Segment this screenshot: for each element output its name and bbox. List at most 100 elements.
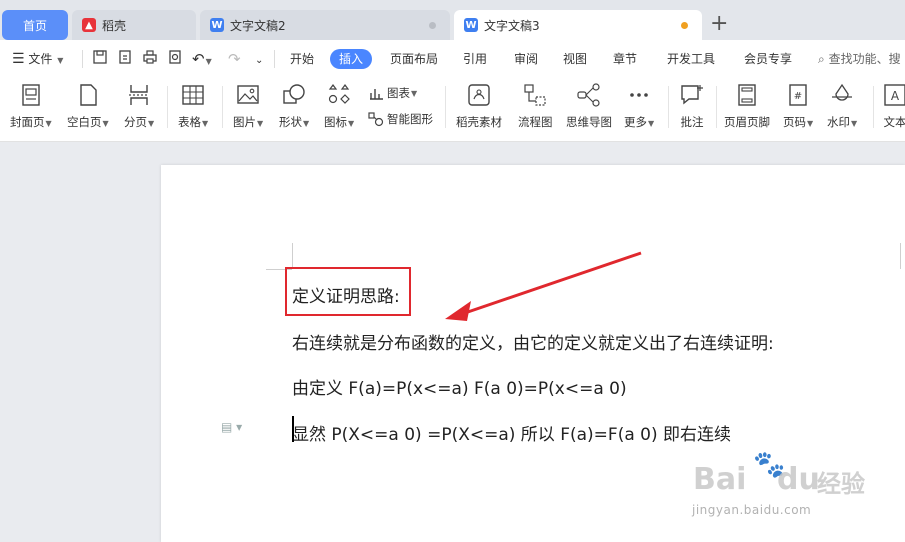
tab-daoke-label: 稻壳 xyxy=(102,18,127,33)
print-preview-button[interactable] xyxy=(167,49,183,69)
undo-button[interactable]: ↶▼ xyxy=(192,49,212,69)
print-icon xyxy=(143,50,157,64)
tab-chapter[interactable]: 章节 xyxy=(613,49,637,69)
smart-art-label: 智能图形 xyxy=(387,112,433,126)
shape-icon xyxy=(283,84,305,104)
table-icon xyxy=(182,85,204,105)
tab-member[interactable]: 会员专享 xyxy=(744,49,792,69)
more-button[interactable]: 更多▼ xyxy=(624,82,654,130)
textbox-label: 文本 xyxy=(883,115,905,129)
search-placeholder: 查找功能、搜 xyxy=(828,52,901,66)
header-footer-label: 页眉页脚 xyxy=(724,115,770,129)
blank-page-button[interactable]: 空白页▼ xyxy=(67,82,109,130)
redo-icon: ↷ xyxy=(228,50,241,68)
writer-doc-icon: W xyxy=(464,18,478,32)
doc-paragraph[interactable]: 显然 P(X<=a 0) =P(X<=a) 所以 F(a)=F(a 0) 即右连… xyxy=(292,420,731,445)
svg-text:#: # xyxy=(794,91,802,102)
comment-icon xyxy=(681,85,703,105)
tab-close-dot[interactable] xyxy=(429,22,436,29)
more-dots-icon xyxy=(630,93,648,97)
smart-art-button[interactable]: 智能图形 xyxy=(368,111,433,127)
cover-page-icon xyxy=(22,84,40,106)
tab-page-layout[interactable]: 页面布局 xyxy=(390,49,438,69)
cover-page-label: 封面页 xyxy=(10,115,45,129)
mindmap-button[interactable]: 思维导图 xyxy=(566,82,612,130)
save-icon xyxy=(93,50,107,64)
tab-insert[interactable]: 插入 xyxy=(330,49,373,69)
shape-button[interactable]: 形状▼ xyxy=(279,82,309,130)
picture-icon xyxy=(237,85,259,104)
file-menu-label: 文件 xyxy=(28,52,53,66)
header-footer-button[interactable]: 页眉页脚 xyxy=(724,82,770,130)
tab-daoke[interactable]: ▲ 稻壳 xyxy=(72,10,196,40)
table-label: 表格 xyxy=(178,115,201,129)
tab-view[interactable]: 视图 xyxy=(563,49,587,69)
hamburger-icon: ☰ xyxy=(12,51,25,67)
blank-page-icon xyxy=(80,84,97,106)
unsaved-dot[interactable] xyxy=(681,22,688,29)
new-tab-button[interactable]: + xyxy=(710,12,728,36)
undo-icon: ↶ xyxy=(192,50,205,68)
page-break-icon xyxy=(129,85,150,105)
search-box[interactable]: ⌕ 查找功能、搜 xyxy=(818,49,901,69)
annotation-highlight-box xyxy=(285,267,411,316)
table-button[interactable]: 表格▼ xyxy=(178,82,208,130)
icon-library-icon xyxy=(328,84,350,104)
picture-label: 图片 xyxy=(233,115,256,129)
chart-label: 图表 xyxy=(387,86,410,100)
picture-button[interactable]: 图片▼ xyxy=(233,82,263,130)
icon-button[interactable]: 图标▼ xyxy=(324,82,354,130)
page-number-button[interactable]: # 页码▼ xyxy=(783,82,813,130)
save-button[interactable] xyxy=(92,49,108,69)
file-menu[interactable]: ☰ 文件 ▼ xyxy=(12,49,63,69)
material-icon xyxy=(468,84,490,106)
flowchart-label: 流程图 xyxy=(518,115,553,129)
comment-button[interactable]: 批注 xyxy=(679,82,705,130)
tab-doc3-label: 文字文稿3 xyxy=(484,18,540,33)
bar-chart-icon xyxy=(370,89,383,100)
export-pdf-button[interactable] xyxy=(117,49,133,69)
daoke-material-button[interactable]: 稻壳素材 xyxy=(456,82,502,130)
tab-developer[interactable]: 开发工具 xyxy=(667,49,715,69)
preview-icon xyxy=(169,50,181,64)
daoke-material-label: 稻壳素材 xyxy=(456,115,502,129)
smart-art-icon xyxy=(368,112,384,127)
tab-doc3[interactable]: W 文字文稿3 xyxy=(454,10,702,40)
tab-doc2[interactable]: W 文字文稿2 xyxy=(200,10,450,40)
chart-button[interactable]: 图表 ▼ xyxy=(368,85,417,101)
print-button[interactable] xyxy=(142,49,158,69)
watermark-icon xyxy=(832,83,853,101)
flowchart-button[interactable]: 流程图 xyxy=(518,82,553,130)
watermark-label: 水印 xyxy=(827,115,850,129)
chevron-down-icon: ⌄ xyxy=(255,55,264,66)
mindmap-icon xyxy=(577,83,600,107)
menu-row: ☰ 文件 ▼ ↶▼ ↷ ⌄ 开始 插入 页面布局 引用 审阅 视图 章节 开发工… xyxy=(0,40,905,76)
textbox-button[interactable]: A 文本 xyxy=(882,82,905,130)
tab-start[interactable]: 开始 xyxy=(290,49,314,69)
cover-page-button[interactable]: 封面页▼ xyxy=(10,82,52,130)
blank-page-label: 空白页 xyxy=(67,115,102,129)
page-number-label: 页码 xyxy=(783,115,806,129)
shape-label: 形状 xyxy=(279,115,302,129)
page-break-label: 分页 xyxy=(124,115,147,129)
header-footer-icon xyxy=(738,84,756,106)
writer-doc-icon: W xyxy=(210,18,224,32)
tab-references[interactable]: 引用 xyxy=(463,49,487,69)
search-icon: ⌕ xyxy=(818,52,825,66)
margin-mark xyxy=(292,243,293,269)
page-number-icon: # xyxy=(789,84,807,106)
more-label: 更多 xyxy=(624,115,647,129)
quick-access-more[interactable]: ⌄ xyxy=(255,49,263,69)
tab-doc2-label: 文字文稿2 xyxy=(230,18,286,33)
export-icon xyxy=(119,50,131,64)
tab-home[interactable]: 首页 xyxy=(2,10,68,40)
watermark-button[interactable]: 水印▼ xyxy=(827,82,857,130)
page-break-button[interactable]: 分页▼ xyxy=(124,82,154,130)
redo-button[interactable]: ↷ xyxy=(228,49,241,69)
watermark-jy: 经验 xyxy=(817,470,865,498)
doc-paragraph[interactable]: 由定义 F(a)=P(x<=a) F(a 0)=P(x<=a 0) xyxy=(292,374,627,399)
tab-review[interactable]: 审阅 xyxy=(514,49,538,69)
svg-text:A: A xyxy=(891,89,900,103)
margin-mark xyxy=(900,243,901,269)
paragraph-layout-icon[interactable]: ▤ ▾ xyxy=(221,420,242,434)
